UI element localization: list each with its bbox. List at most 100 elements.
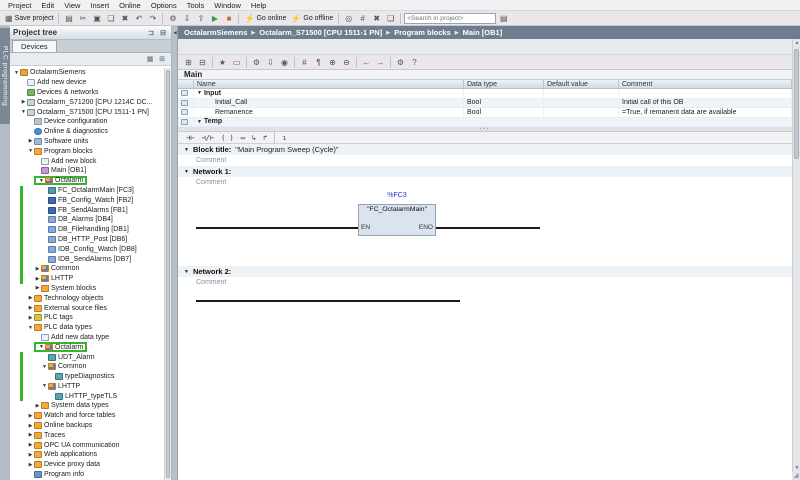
compile-button[interactable]: ⚙ xyxy=(166,12,179,24)
stop-cpu-button[interactable]: ■ xyxy=(222,12,235,24)
close-branch-icon[interactable]: ↱ xyxy=(261,134,269,142)
expander-icon[interactable]: ▶ xyxy=(34,285,41,291)
expander-icon[interactable]: ▼ xyxy=(13,70,20,76)
expander-icon[interactable]: ▶ xyxy=(34,266,41,272)
network-2-expander-icon[interactable]: ▼ xyxy=(184,269,189,275)
tree-settings-icon[interactable]: ⊞ xyxy=(157,55,167,63)
breadcrumb-item-octalarmsiemens[interactable]: OctalarmSiemens xyxy=(184,28,247,37)
help-icon[interactable]: ? xyxy=(408,56,421,68)
empty-box-tool-icon[interactable]: ▭ xyxy=(230,56,243,68)
expander-icon[interactable]: ▼ xyxy=(41,364,48,370)
favorites-icon[interactable]: ★ xyxy=(216,56,229,68)
cut-button[interactable]: ✂ xyxy=(76,12,89,24)
menu-options[interactable]: Options xyxy=(146,1,182,10)
tree-item-add-new-block[interactable]: Add new block xyxy=(10,156,171,166)
tab-devices[interactable]: Devices xyxy=(12,40,57,52)
tree-item-software-units[interactable]: ▶ Software units xyxy=(10,137,171,147)
table-row-remanence[interactable]: Remanence Bool =True, if remanent data are… xyxy=(178,108,792,118)
network-1-comment[interactable]: Comment xyxy=(178,177,792,188)
expander-icon[interactable]: ▶ xyxy=(27,138,34,144)
no-contact-icon[interactable]: ⊣⊢ xyxy=(184,134,196,142)
auto-collapse-icon[interactable]: ⊐ xyxy=(146,29,156,37)
menu-edit[interactable]: Edit xyxy=(36,1,59,10)
expander-icon[interactable]: ▶ xyxy=(20,99,27,105)
tree-scrollbar[interactable] xyxy=(164,68,171,480)
insert-row-icon[interactable]: ↴ xyxy=(280,134,288,142)
search-input[interactable] xyxy=(404,12,497,24)
menu-help[interactable]: Help xyxy=(246,1,271,10)
tree-item-technology-objects[interactable]: ▶ Technology objects xyxy=(10,293,171,303)
expander-icon[interactable]: ▶ xyxy=(34,403,41,409)
insert-network-icon[interactable]: ⊞ xyxy=(182,56,195,68)
go-online-button[interactable]: ⚡ Go online xyxy=(242,12,288,24)
tree-item-fb-config-watch-fb2[interactable]: FB_Config_Watch [FB2] xyxy=(10,195,171,206)
block-comment[interactable]: Comment xyxy=(178,155,792,166)
split-window-button[interactable]: ❏ xyxy=(384,12,397,24)
network-2-comment[interactable]: Comment xyxy=(178,277,792,288)
menu-insert[interactable]: Insert xyxy=(85,1,114,10)
block-title-row[interactable]: ▼ Block title: "Main Program Sweep (Cycl… xyxy=(178,144,792,155)
collapse-networks-icon[interactable]: ⊖ xyxy=(340,56,353,68)
tree-item-common[interactable]: ▼ Common xyxy=(10,361,171,372)
save-project-button[interactable]: ▦ Save project xyxy=(3,12,55,24)
expander-icon[interactable]: ▶ xyxy=(27,305,34,311)
expander-icon[interactable]: ▼ xyxy=(27,148,34,154)
assistant-button[interactable]: ▤ xyxy=(497,12,510,24)
monitoring-icon[interactable]: ◉ xyxy=(278,56,291,68)
tree-item-device-proxy-data[interactable]: ▶ Device proxy data xyxy=(10,460,171,470)
fc-call-block[interactable]: "FC_OctalarmMain" EN ENO xyxy=(358,204,436,236)
details-view-icon[interactable]: ▦ xyxy=(145,55,155,63)
tree-scrollbar-thumb[interactable] xyxy=(166,70,170,478)
column-header-comment[interactable]: Comment xyxy=(619,80,792,88)
tree-item-opc-ua-communication[interactable]: ▶ OPC UA communication xyxy=(10,440,171,450)
network-1-expander-icon[interactable]: ▼ xyxy=(184,169,189,175)
table-row-initial-call[interactable]: Initial_Call Bool Initial call of this OB xyxy=(178,98,792,108)
table-row-input[interactable]: ▼ Input xyxy=(178,89,792,99)
tree-item-device-configuration[interactable]: Device configuration xyxy=(10,117,171,127)
upload-button[interactable]: ⇧ xyxy=(194,12,207,24)
breadcrumb-item-program-blocks[interactable]: Program blocks xyxy=(394,28,451,37)
expander-icon[interactable]: ▶ xyxy=(27,423,34,429)
paste-button[interactable]: ❏ xyxy=(104,12,117,24)
copy-button[interactable]: ▣ xyxy=(90,12,103,24)
expander-icon[interactable]: ▶ xyxy=(27,452,34,458)
tree-item-system-data-types[interactable]: ▶ System data types xyxy=(10,401,171,411)
next-icon[interactable]: → xyxy=(374,56,387,68)
remove-button[interactable]: ✖ xyxy=(370,12,383,24)
menu-view[interactable]: View xyxy=(59,1,85,10)
menu-online[interactable]: Online xyxy=(114,1,146,10)
online-diagnostics-button[interactable]: ◎ xyxy=(342,12,355,24)
tree-item-octalarm-s71500-cpu-1511-1-p[interactable]: ▼ Octalarm_S71500 [CPU 1511-1 PN] xyxy=(10,107,171,117)
block-title-expander-icon[interactable]: ▼ xyxy=(184,147,189,153)
open-branch-icon[interactable]: ↳ xyxy=(250,134,258,142)
tree-item-online-backups[interactable]: ▶ Online backups xyxy=(10,421,171,431)
tree-item-fb-sendalarms-fb1[interactable]: FB_SendAlarms [FB1] xyxy=(10,205,171,215)
tree-item-common[interactable]: ▶ Common xyxy=(10,263,171,274)
scroll-up-icon[interactable]: ▲ xyxy=(793,40,800,46)
simulation-button[interactable]: # xyxy=(356,12,369,24)
tree-item-devices-networks[interactable]: Devices & networks xyxy=(10,88,171,98)
tree-item-external-source-files[interactable]: ▶ External source files xyxy=(10,303,171,313)
menu-window[interactable]: Window xyxy=(209,1,246,10)
tree-item-add-new-device[interactable]: Add new device xyxy=(10,78,171,88)
section-expander-icon[interactable]: ▼ xyxy=(197,90,202,96)
tree-item-octalarm-s71200-cpu-1214c-dc[interactable]: ▶ Octalarm_S71200 [CPU 1214C DC... xyxy=(10,97,171,107)
expander-icon[interactable]: ▶ xyxy=(27,315,34,321)
settings-icon[interactable]: ⚙ xyxy=(394,56,407,68)
expander-icon[interactable]: ▶ xyxy=(27,442,34,448)
tree-item-octalarm[interactable]: ▼ Octalarm xyxy=(10,342,171,352)
tree-item-plc-data-types[interactable]: ▼ PLC data types xyxy=(10,323,171,333)
tree-item-idb-sendalarms-db7[interactable]: IDB_SendAlarms [DB7] xyxy=(10,254,171,264)
breadcrumb-item-octalarm-s71500-cpu-1511-1-p[interactable]: Octalarm_S71500 [CPU 1511-1 PN] xyxy=(259,28,382,37)
redo-button[interactable]: ↷ xyxy=(146,12,159,24)
tree-item-db-alarms-db4[interactable]: DB_Alarms [DB4] xyxy=(10,214,171,225)
tree-item-lhttp-typetls[interactable]: LHTTP_typeTLS xyxy=(10,391,171,402)
tree-item-system-blocks[interactable]: ▶ System blocks xyxy=(10,284,171,294)
plc-programming-tab[interactable]: PLC programming xyxy=(0,28,10,124)
tree-item-main-ob1[interactable]: Main [OB1] xyxy=(10,166,171,176)
tree-item-db-http-post-db6[interactable]: DB_HTTP_Post [DB6] xyxy=(10,234,171,245)
tree-item-idb-config-watch-db8[interactable]: IDB_Config_Watch [DB8] xyxy=(10,244,171,255)
expander-icon[interactable]: ▶ xyxy=(27,413,34,419)
tree-item-online-diagnostics[interactable]: Online & diagnostics xyxy=(10,127,171,137)
download-block-icon[interactable]: ⇩ xyxy=(264,56,277,68)
